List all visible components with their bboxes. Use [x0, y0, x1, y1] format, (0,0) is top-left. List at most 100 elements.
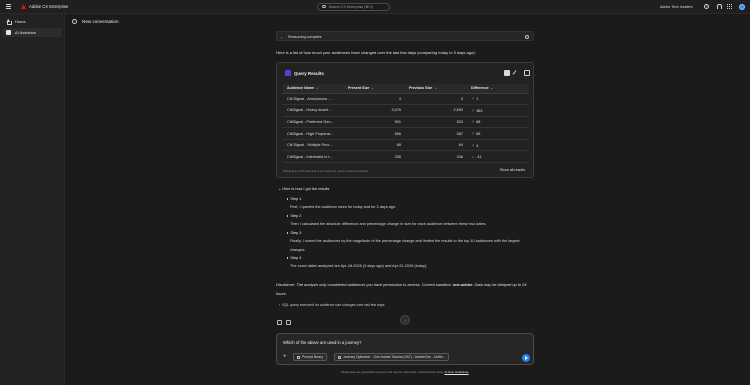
- how-results-toggle[interactable]: ⌄ Here is how I got the results: [278, 186, 329, 191]
- query-results-card: Query Results Audience Name ⌄ Present Siz…: [276, 62, 534, 178]
- scroll-down-button[interactable]: ↓: [400, 315, 410, 325]
- menu-icon[interactable]: [6, 4, 11, 9]
- step-description: Then I calculated the absolute differenc…: [290, 222, 487, 226]
- send-button[interactable]: [522, 354, 530, 362]
- step-label: Step 3: [290, 231, 302, 235]
- export-icon[interactable]: [524, 70, 530, 76]
- org-switcher[interactable]: Adobe Tech Insiders: [660, 5, 693, 9]
- trend-down-icon: ↘: [471, 155, 475, 160]
- bell-icon[interactable]: [716, 4, 723, 9]
- difference-value: -11: [476, 155, 482, 160]
- search-icon: [322, 4, 326, 9]
- cell-previous-size: 64: [405, 139, 467, 152]
- avatar[interactable]: [739, 3, 745, 10]
- sandbox-selector[interactable]: Journey Optimizer - One Adobe Tutorial (…: [334, 353, 450, 361]
- difference-value: 383: [476, 108, 483, 113]
- bullet-icon: [287, 215, 289, 217]
- library-icon: [297, 355, 300, 359]
- bullet-icon: [287, 232, 289, 234]
- step-title: Step 4: [287, 256, 301, 260]
- cell-present-size: 656: [344, 127, 405, 140]
- cell-audience-name: CitiSignal - High Propensi...: [283, 127, 344, 140]
- thumbs-up-icon[interactable]: [277, 320, 282, 325]
- table-header-row: Audience Name ⌄ Present Size ⌄ Previous Si…: [283, 84, 529, 94]
- cell-previous-size: 3: [405, 93, 467, 106]
- reasoning-panel[interactable]: › Reasoning complete: [276, 31, 534, 41]
- trend-up-icon: ↗: [471, 132, 475, 137]
- step-title: Step 2: [287, 214, 301, 218]
- sandbox-name: one-adobe: [452, 282, 473, 287]
- app-title: Adobe CX Enterprise: [29, 4, 69, 9]
- table-view-button[interactable]: [504, 70, 510, 76]
- response-intro: Here is a list of how much your audience…: [276, 50, 476, 55]
- difference-value: 68: [476, 120, 481, 125]
- column-label: Present Size: [348, 86, 370, 91]
- search-placeholder: Search CX Enterprise (⌘+/): [328, 4, 374, 9]
- column-header-present-size[interactable]: Present Size ⌄: [344, 84, 405, 94]
- cell-previous-size: 246: [405, 150, 467, 164]
- cell-audience-name: CitiSignal - Interested in t...: [283, 150, 344, 164]
- cell-difference: ↗ 1: [467, 93, 529, 106]
- apps-grid-icon[interactable]: [727, 4, 732, 9]
- reasoning-label: Reasoning complete: [288, 35, 322, 40]
- sql-query-label: SQL query executed for audience size cha…: [282, 303, 385, 307]
- show-all-results-link[interactable]: Show all results: [500, 168, 525, 172]
- chip-label: Journey Optimizer - One Adobe Tutorial (…: [343, 355, 446, 359]
- search-input[interactable]: Search CX Enterprise (⌘+/): [317, 2, 390, 11]
- cell-audience-name: CitiSignal - Heavy downl...: [283, 104, 344, 117]
- column-label: Audience Name: [287, 86, 314, 91]
- query-results-title: Query Results: [294, 71, 324, 76]
- trend-up-icon: ↗: [471, 108, 475, 113]
- column-header-audience-name[interactable]: Audience Name ⌄: [283, 84, 344, 94]
- difference-value: 69: [476, 132, 481, 137]
- add-icon[interactable]: +: [283, 354, 287, 360]
- help-icon[interactable]: ?: [704, 4, 709, 9]
- trend-up-icon: ↗: [471, 97, 475, 102]
- sidebar-item-home[interactable]: Home: [3, 17, 62, 26]
- conversation-title[interactable]: New conversation: [82, 19, 119, 24]
- prompt-composer[interactable]: Which of the above are used in a journey…: [276, 333, 534, 365]
- sidebar-item-ai-assistant[interactable]: AI Assistant: [3, 28, 62, 37]
- cell-difference: ↗ 4: [467, 139, 529, 152]
- footer-text: Responses are generated using AI, and ma…: [341, 370, 444, 374]
- sidebar-item-label: Home: [15, 19, 26, 24]
- column-header-difference[interactable]: Difference ⌄: [467, 84, 529, 94]
- ai-guidelines-link[interactable]: AI User Guidelines: [445, 370, 469, 374]
- step-title: Step 3: [287, 231, 301, 235]
- prompt-library-button[interactable]: Prompt library: [293, 353, 328, 361]
- new-conversation-icon[interactable]: [72, 18, 77, 24]
- step-label: Step 1: [290, 197, 302, 201]
- table-row: CitiSignal - Interested in t... 235 246 …: [283, 150, 529, 164]
- chevron-down-icon: ⌄: [371, 86, 374, 91]
- table-row: Citi Signal - Multiple Purc... 68 64 ↗ 4: [283, 139, 529, 152]
- cell-present-size: 591: [344, 116, 405, 129]
- step-title: Step 1: [287, 197, 301, 201]
- sidebar-item-label: AI Assistant: [15, 30, 36, 35]
- cell-previous-size: 523: [405, 116, 467, 129]
- cell-difference: ↗ 68: [467, 116, 529, 129]
- chevron-down-icon: ⌄: [490, 86, 494, 91]
- column-label: Difference: [471, 86, 489, 91]
- edit-icon[interactable]: [511, 70, 517, 76]
- cell-present-size: 3,076: [344, 104, 405, 117]
- cell-difference: ↘ -11: [467, 150, 529, 164]
- sql-query-toggle[interactable]: › SQL query executed for audience size c…: [279, 303, 385, 307]
- column-header-previous-size[interactable]: Previous Size ⌄: [405, 84, 467, 94]
- bullet-icon: [287, 257, 289, 259]
- cell-present-size: 4: [344, 93, 405, 106]
- top-bar: Adobe CX Enterprise Search CX Enterprise…: [0, 0, 750, 14]
- cell-audience-name: Citi Signal - Anonymous ...: [283, 93, 344, 106]
- home-icon: [6, 19, 13, 25]
- how-results-label: Here is how I got the results: [282, 187, 330, 191]
- prompt-input[interactable]: Which of the above are used in a journey…: [283, 340, 361, 345]
- cell-audience-name: CitiSignal - Preferred Gen...: [283, 116, 344, 129]
- column-label: Previous Size: [409, 86, 433, 91]
- trend-up-icon: ↗: [471, 120, 475, 125]
- chevron-down-icon: ⌄: [434, 86, 437, 91]
- difference-value: 4: [476, 143, 479, 148]
- ai-footer-note: Responses are generated using AI, and ma…: [276, 370, 534, 374]
- thumbs-down-icon[interactable]: [286, 320, 291, 325]
- cell-audience-name: Citi Signal - Multiple Purc...: [283, 139, 344, 152]
- chip-label: Prompt library: [302, 355, 324, 359]
- step-description: First, I queried the audience sizes for …: [290, 205, 397, 209]
